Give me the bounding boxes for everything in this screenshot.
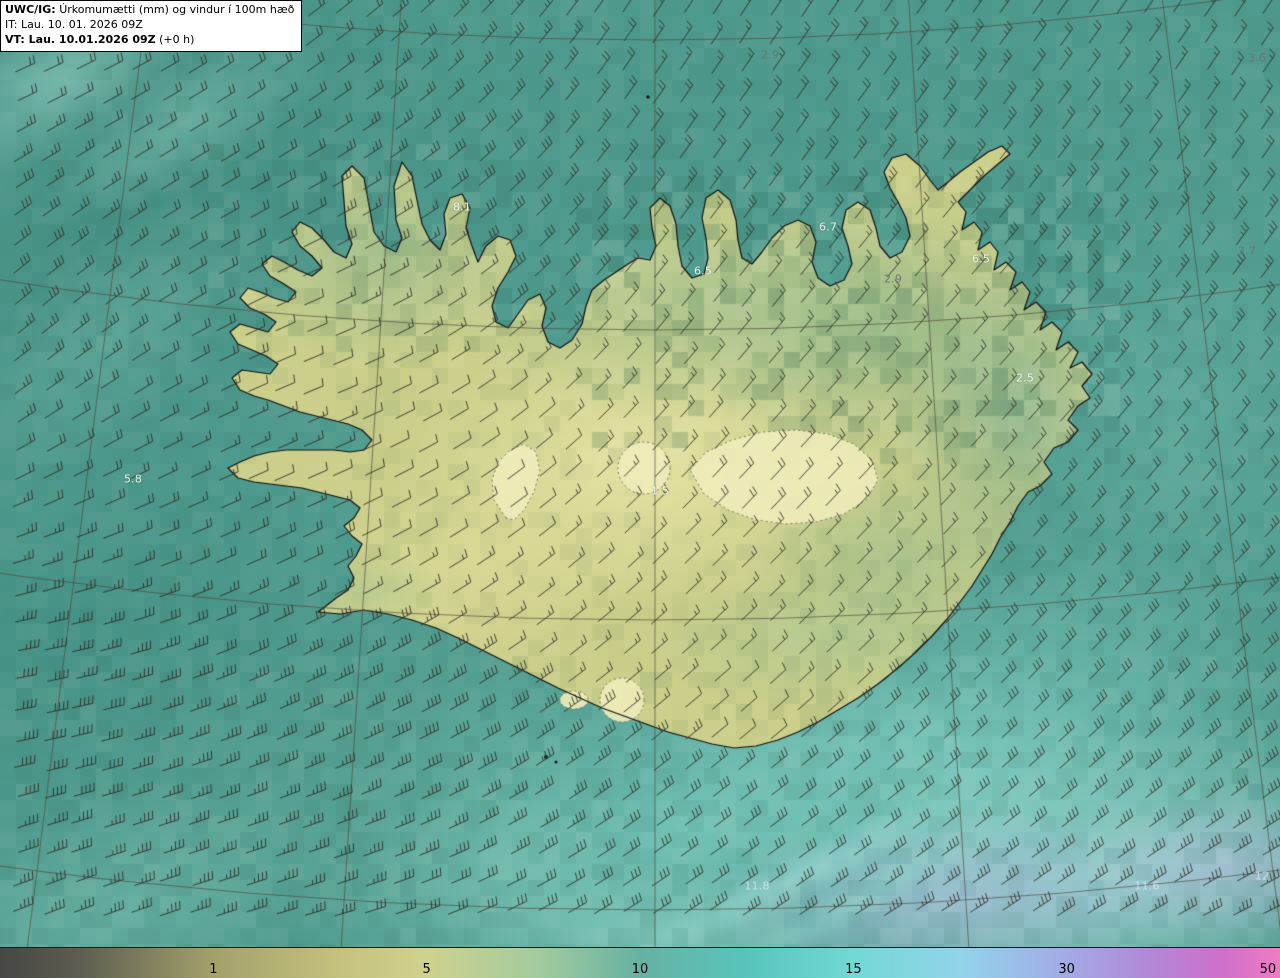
valid-time-label: VT: Lau. 10.01.2026 09Z <box>5 33 156 46</box>
map-variable-title: Úrkomumætti (mm) og vindur í 100m hæð <box>59 3 294 16</box>
weather-map-app: 2.93.63.88.16.76.56.52.93.72.55.81.511.8… <box>0 0 1280 978</box>
colorbar-tick-label: 50 <box>1260 962 1277 977</box>
valid-time-line: VT: Lau. 10.01.2026 09Z (+0 h) <box>5 33 294 48</box>
model-title-line: UWC/IG: Úrkomumætti (mm) og vindur í 100… <box>5 3 294 18</box>
valid-offset-label: (+0 h) <box>159 33 194 46</box>
colorbar-tick-label: 10 <box>632 962 649 977</box>
map-info-box: UWC/IG: Úrkomumætti (mm) og vindur í 100… <box>0 0 302 52</box>
precipitation-colorbar: 1510153050 <box>0 947 1280 978</box>
colorbar-tick-label: 1 <box>209 962 217 977</box>
precipitation-wind-map-canvas <box>0 0 1280 948</box>
init-time-line: IT: Lau. 10. 01. 2026 09Z <box>5 18 294 33</box>
model-id-label: UWC/IG: <box>5 3 56 16</box>
colorbar-tick-label: 5 <box>422 962 430 977</box>
colorbar-tick-label: 15 <box>845 962 862 977</box>
colorbar-tick-label: 30 <box>1058 962 1075 977</box>
colorbar-tick-labels: 1510153050 <box>0 948 1280 978</box>
